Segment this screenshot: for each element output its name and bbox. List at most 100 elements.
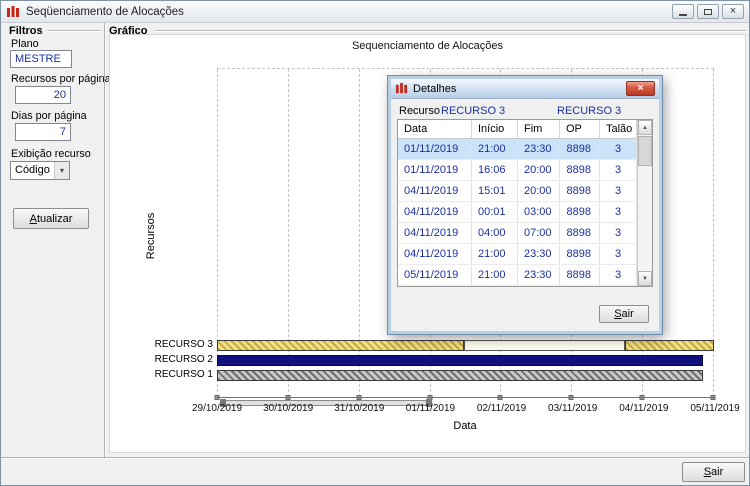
- table-cell: 20:00: [518, 181, 560, 201]
- x-axis-tick-label: 01/11/2019: [405, 403, 456, 414]
- app-window: Seqüenciamento de Alocações × Filtros Pl…: [0, 0, 750, 486]
- dias-por-pagina-input[interactable]: [15, 123, 71, 141]
- filters-group-line: [47, 30, 101, 32]
- x-tick-labels: 29/10/2019 30/10/2019 31/10/2019 01/11/2019…: [192, 403, 740, 415]
- x-axis-tick-label: 30/10/2019: [263, 403, 314, 414]
- table-cell: 3: [600, 181, 637, 201]
- sair-button[interactable]: Sair: [682, 462, 745, 482]
- detalhes-dialog: Detalhes × Recurso RECURSO 3 RECURSO 3 D…: [387, 75, 663, 335]
- gantt-bar-area: [217, 338, 714, 353]
- table-cell: 3: [600, 244, 637, 264]
- scroll-up-icon: ▲: [642, 124, 648, 131]
- close-button[interactable]: ×: [722, 4, 744, 19]
- plano-label: Plano: [11, 38, 39, 50]
- table-cell: 16:06: [472, 160, 518, 180]
- gantt-row-label: RECURSO 3: [154, 339, 213, 350]
- minimize-button[interactable]: [672, 4, 694, 19]
- chevron-down-icon: ▾: [54, 162, 69, 179]
- scrollbar-thumb[interactable]: [638, 136, 652, 166]
- scroll-up-button[interactable]: ▲: [638, 120, 652, 135]
- x-axis-tick-label: 03/11/2019: [548, 403, 598, 414]
- table-cell: 00:01: [472, 202, 518, 222]
- dialog-sair-button[interactable]: Sair: [599, 305, 649, 323]
- maximize-button[interactable]: [697, 4, 719, 19]
- sair-button-rest: air: [711, 466, 724, 478]
- atualizar-button[interactable]: Atualizar: [13, 208, 89, 229]
- maximize-icon: [704, 8, 712, 15]
- atualizar-button-rest: tualizar: [36, 212, 73, 225]
- exibicao-recurso-label: Exibição recurso: [11, 148, 91, 160]
- footer-separator: [1, 457, 749, 459]
- table-cell: 8898: [560, 181, 600, 201]
- table-cell: 04/11/2019: [398, 202, 472, 222]
- dias-por-pagina-label: Dias por página: [11, 110, 87, 122]
- table-cell: 21:00: [472, 244, 518, 264]
- chart-title: Sequenciamento de Alocações: [351, 40, 504, 52]
- table-cell: 04/11/2019: [398, 244, 472, 264]
- column-header: Início: [472, 120, 518, 138]
- table-row[interactable]: 01/11/2019 16:06 20:00 8898 3: [398, 160, 637, 181]
- table-row[interactable]: 04/11/2019 15:01 20:00 8898 3: [398, 181, 637, 202]
- table-cell: 05/11/2019: [398, 265, 472, 285]
- grafico-group-line: [155, 30, 746, 32]
- recurso-value: RECURSO 3: [441, 105, 506, 117]
- table-cell: 04/11/2019: [398, 181, 472, 201]
- gantt-bar-segment[interactable]: [217, 355, 703, 366]
- table-cell: 15:01: [472, 181, 518, 201]
- x-axis-label: Data: [453, 420, 477, 432]
- dialog-sair-rest: air: [621, 308, 634, 320]
- table-cell: 04:00: [472, 223, 518, 243]
- table-scrollbar[interactable]: ▲ ▼: [637, 120, 652, 286]
- column-header: Talão: [600, 120, 637, 138]
- table-cell: 01/11/2019: [398, 139, 472, 159]
- table-cell: 03:00: [518, 202, 560, 222]
- detalhes-table: Data Início Fim OP Talão 01/11/2019 21:00 23:3…: [397, 119, 653, 287]
- plano-input[interactable]: [10, 50, 72, 68]
- gantt-bar-area: [217, 353, 714, 368]
- table-row[interactable]: 01/11/2019 21:00 23:30 8898 3: [398, 139, 637, 160]
- column-header: Data: [398, 120, 472, 138]
- minimize-icon: [679, 14, 687, 16]
- gantt-bar-segment[interactable]: [624, 340, 714, 351]
- scroll-down-button[interactable]: ▼: [638, 271, 652, 286]
- x-axis-tick-label: 02/11/2019: [476, 403, 527, 414]
- panel-separator: [104, 23, 106, 457]
- table-cell: 21:00: [472, 265, 518, 285]
- dialog-titlebar: Detalhes: [391, 79, 659, 99]
- gantt-row: RECURSO 1: [110, 368, 714, 383]
- atualizar-button-accel: A: [29, 212, 37, 225]
- exibicao-recurso-value: Código: [15, 164, 50, 176]
- gantt-row: RECURSO 3: [110, 338, 714, 353]
- table-cell: 23:30: [518, 244, 560, 264]
- dialog-app-icon: [395, 82, 408, 94]
- y-axis-label: Recursos: [145, 212, 158, 260]
- x-axis-line: [217, 397, 715, 398]
- x-axis-tick-label: 04/11/2019: [619, 403, 669, 414]
- table-cell: 3: [600, 223, 637, 243]
- recursos-por-pagina-input[interactable]: [15, 86, 71, 104]
- gantt-bar-segment[interactable]: [217, 340, 464, 351]
- table-cell: 8898: [560, 160, 600, 180]
- gantt-bar-segment[interactable]: [217, 370, 703, 381]
- table-row[interactable]: 04/11/2019 21:00 23:30 8898 3: [398, 244, 637, 265]
- table-cell: 07:00: [518, 223, 560, 243]
- app-icon: [7, 5, 19, 17]
- table-row[interactable]: 04/11/2019 04:00 07:00 8898 3: [398, 223, 637, 244]
- x-axis-tick-label: 31/10/2019: [334, 403, 385, 414]
- gantt-bar-area: [217, 368, 714, 383]
- table-cell: 23:30: [518, 265, 560, 285]
- gantt-row: RECURSO 2: [110, 353, 714, 368]
- table-row[interactable]: 05/11/2019 21:00 23:30 8898 3: [398, 265, 637, 286]
- detalhes-table-body: 01/11/2019 21:00 23:30 8898 3 01/11/2019 16:06…: [398, 139, 637, 286]
- table-cell: 8898: [560, 244, 600, 264]
- table-row[interactable]: 04/11/2019 00:01 03:00 8898 3: [398, 202, 637, 223]
- dialog-close-button[interactable]: ×: [626, 81, 655, 96]
- table-cell: 8898: [560, 202, 600, 222]
- gantt-rows: RECURSO 3 RECURSO 2 RECURSO 1: [110, 338, 714, 383]
- gantt-bar-segment[interactable]: [464, 340, 625, 351]
- sair-button-accel: S: [703, 466, 712, 478]
- column-header: Fim: [518, 120, 560, 138]
- table-cell: 8898: [560, 265, 600, 285]
- exibicao-recurso-select[interactable]: Código ▾: [10, 161, 70, 180]
- titlebar: Seqüenciamento de Alocações ×: [1, 1, 749, 23]
